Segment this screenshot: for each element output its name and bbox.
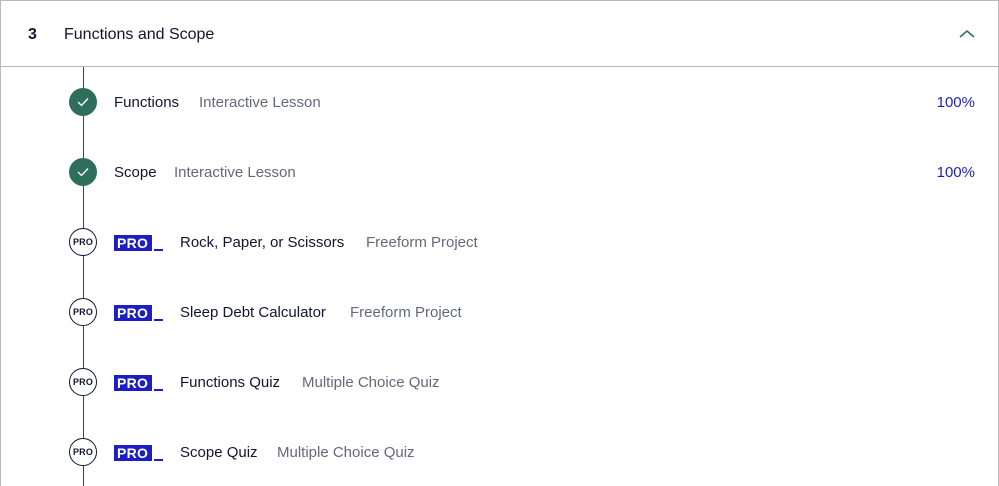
item-type: Freeform Project <box>366 234 478 251</box>
list-item-scope-quiz[interactable]: PRO PRO Scope Quiz Multiple Choice Quiz <box>1 432 998 472</box>
module-number: 3 <box>28 26 37 43</box>
pro-badge: PRO <box>114 235 153 251</box>
pro-badge-underscore <box>154 249 163 251</box>
item-progress: 100% <box>936 94 975 111</box>
list-item-rock-paper-scissors[interactable]: PRO PRO Rock, Paper, or Scissors Freefor… <box>1 222 998 262</box>
list-item-sleep-debt-calculator[interactable]: PRO PRO Sleep Debt Calculator Freeform P… <box>1 292 998 332</box>
module-header[interactable]: 3 Functions and Scope <box>1 0 998 67</box>
pro-badge: PRO <box>114 375 153 391</box>
module-section: 3 Functions and Scope Functions Interact… <box>0 0 999 486</box>
list-item-scope[interactable]: Scope Interactive Lesson 100% <box>1 152 998 192</box>
checkmark-icon <box>69 158 97 186</box>
item-type: Multiple Choice Quiz <box>302 374 440 391</box>
item-title[interactable]: Functions <box>114 93 179 113</box>
list-item-functions-quiz[interactable]: PRO PRO Functions Quiz Multiple Choice Q… <box>1 362 998 402</box>
pro-badge-underscore <box>154 319 163 321</box>
list-item-functions[interactable]: Functions Interactive Lesson 100% <box>1 82 998 122</box>
item-progress: 100% <box>936 164 975 181</box>
pro-badge-underscore <box>154 459 163 461</box>
pro-badge: PRO <box>114 305 153 321</box>
item-type: Multiple Choice Quiz <box>277 444 415 461</box>
pro-lock-icon: PRO <box>69 438 97 466</box>
item-type: Interactive Lesson <box>174 164 296 181</box>
item-type: Interactive Lesson <box>199 94 321 111</box>
item-type: Freeform Project <box>350 304 462 321</box>
pro-lock-icon: PRO <box>69 298 97 326</box>
pro-lock-icon: PRO <box>69 368 97 396</box>
item-title[interactable]: Sleep Debt Calculator <box>180 303 326 323</box>
item-title[interactable]: Rock, Paper, or Scissors <box>180 233 344 253</box>
module-title: Functions and Scope <box>64 26 215 43</box>
item-title[interactable]: Scope Quiz <box>180 443 258 463</box>
item-title[interactable]: Functions Quiz <box>180 373 280 393</box>
chevron-up-icon[interactable] <box>958 28 976 40</box>
checkmark-icon <box>69 88 97 116</box>
pro-badge-underscore <box>154 389 163 391</box>
item-title[interactable]: Scope <box>114 163 157 183</box>
timeline-line <box>83 67 84 486</box>
pro-lock-icon: PRO <box>69 228 97 256</box>
pro-badge: PRO <box>114 445 153 461</box>
